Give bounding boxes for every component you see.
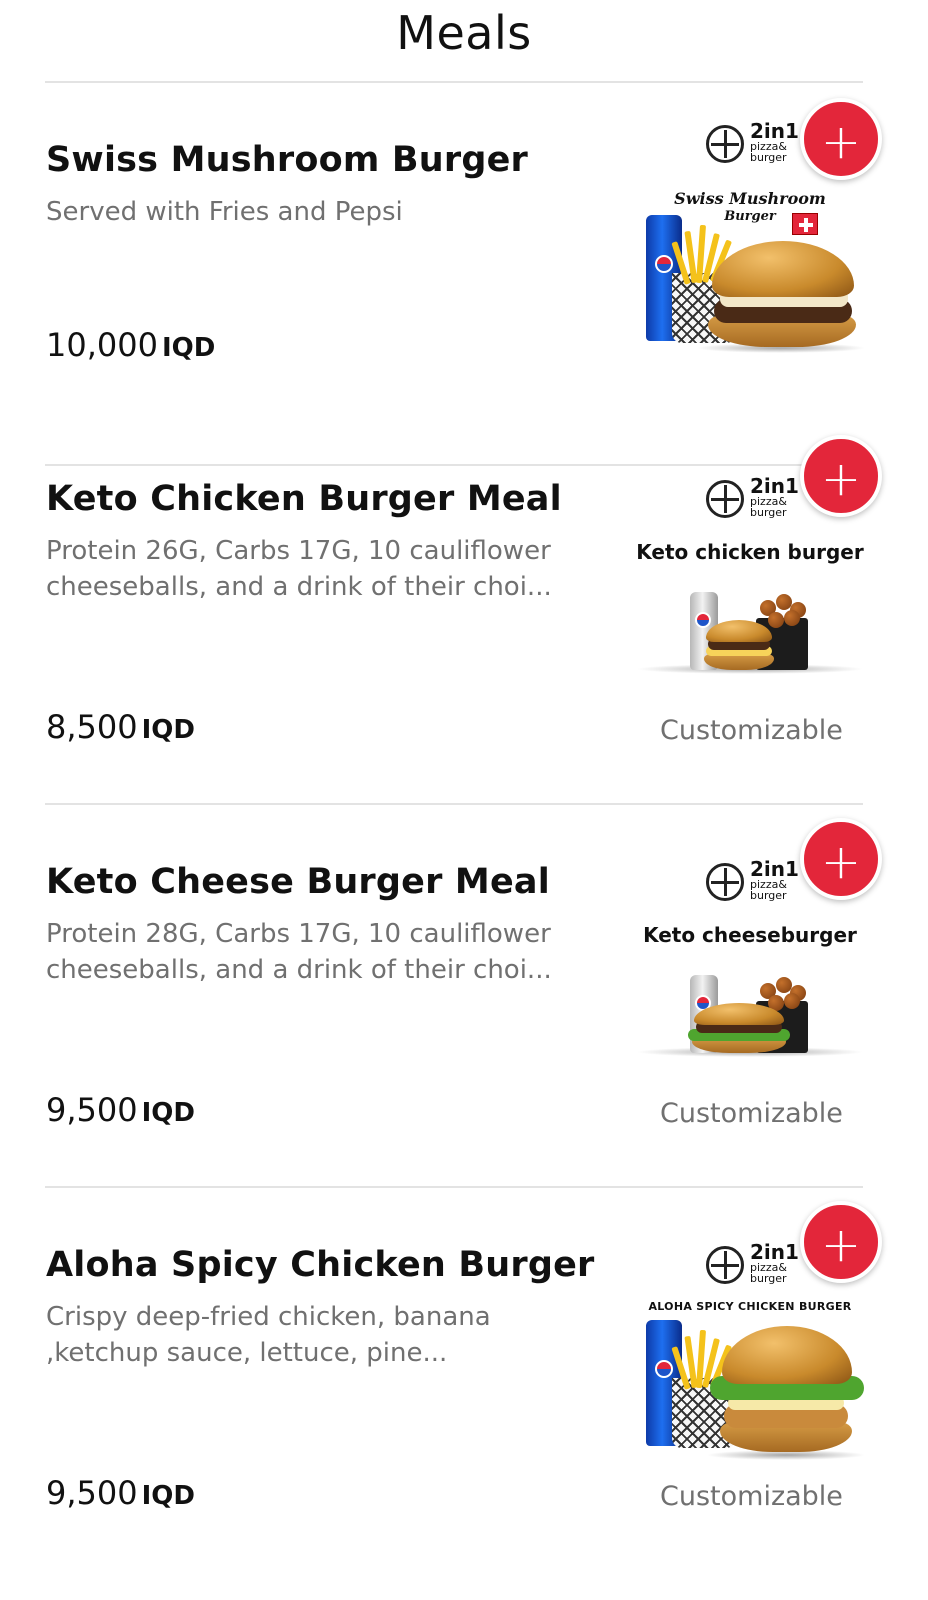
pizza-icon <box>706 863 744 901</box>
page-header: Meals <box>0 0 928 83</box>
price-currency: IQD <box>141 1481 195 1511</box>
item-description: Served with Fries and Pepsi <box>46 197 403 227</box>
item-description: Protein 26G, Carbs 17G, 10 cauliflower c… <box>46 536 552 602</box>
plus-icon: + <box>820 114 862 170</box>
plus-icon: + <box>820 834 862 890</box>
price-value: 9,500 <box>46 1091 138 1129</box>
customizable-label: Customizable <box>660 715 843 746</box>
price-value: 10,000 <box>46 326 158 364</box>
add-to-cart-button[interactable]: + <box>800 818 882 900</box>
logo-text-big: 2in1 <box>750 1240 799 1264</box>
price-value: 8,500 <box>46 708 138 746</box>
item-name: Keto Chicken Burger Meal <box>46 479 562 519</box>
customizable-label: Customizable <box>660 1481 843 1512</box>
item-price: 8,500 IQD <box>46 708 195 746</box>
add-to-cart-button[interactable]: + <box>800 98 882 180</box>
item-description: Crispy deep-fried chicken, banana ,ketch… <box>46 1302 491 1368</box>
menu-item[interactable]: Swiss Mushroom Burger Served with Fries … <box>0 83 928 466</box>
item-name: Aloha Spicy Chicken Burger <box>46 1245 595 1285</box>
item-price: 9,500 IQD <box>46 1091 195 1129</box>
item-name: Swiss Mushroom Burger <box>46 140 528 180</box>
item-description: Protein 28G, Carbs 17G, 10 cauliflower c… <box>46 919 552 985</box>
image-caption: Swiss Mushroom <box>674 189 826 208</box>
logo-text-small: burger <box>750 889 787 902</box>
price-currency: IQD <box>141 715 195 745</box>
plus-icon: + <box>820 1217 862 1273</box>
image-caption: Keto cheeseburger <box>643 923 857 947</box>
item-name: Keto Cheese Burger Meal <box>46 862 550 902</box>
item-price: 10,000 IQD <box>46 326 215 364</box>
menu-item[interactable]: Keto Cheese Burger Meal Protein 28G, Car… <box>0 805 928 1188</box>
page-title: Meals <box>396 6 532 60</box>
menu-item[interactable]: Keto Chicken Burger Meal Protein 26G, Ca… <box>0 422 928 805</box>
add-to-cart-button[interactable]: + <box>800 435 882 517</box>
plus-icon: + <box>820 451 862 507</box>
swiss-flag-icon <box>792 213 818 235</box>
item-price: 9,500 IQD <box>46 1474 195 1512</box>
pizza-icon <box>706 1246 744 1284</box>
brand-logo: 2in1 pizza& burger <box>706 1242 806 1286</box>
pizza-icon <box>706 480 744 518</box>
logo-text-small: burger <box>750 506 787 519</box>
brand-logo: 2in1 pizza& burger <box>706 859 806 903</box>
menu-item[interactable]: Aloha Spicy Chicken Burger Crispy deep-f… <box>0 1188 928 1600</box>
brand-logo: 2in1 pizza& burger <box>706 121 806 165</box>
logo-text-big: 2in1 <box>750 474 799 498</box>
image-caption: Keto chicken burger <box>636 540 864 564</box>
logo-text-big: 2in1 <box>750 857 799 881</box>
customizable-label: Customizable <box>660 1098 843 1129</box>
pizza-icon <box>706 125 744 163</box>
logo-text-big: 2in1 <box>750 119 799 143</box>
logo-text-small: burger <box>750 1272 787 1285</box>
price-value: 9,500 <box>46 1474 138 1512</box>
price-currency: IQD <box>161 333 216 363</box>
image-caption: ALOHA SPICY CHICKEN BURGER <box>648 1300 852 1313</box>
price-currency: IQD <box>141 1098 195 1128</box>
add-to-cart-button[interactable]: + <box>800 1201 882 1283</box>
brand-logo: 2in1 pizza& burger <box>706 476 806 520</box>
logo-text-small: burger <box>750 151 787 164</box>
